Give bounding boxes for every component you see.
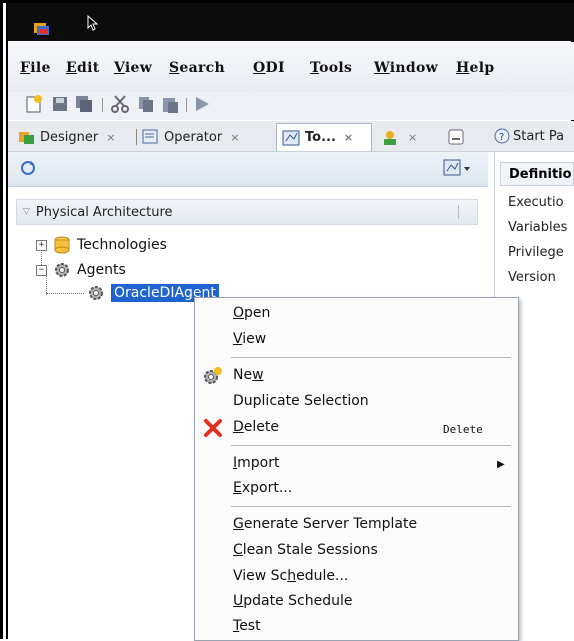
start-page-label: Start Pa bbox=[513, 128, 565, 144]
menu-file[interactable]: File bbox=[20, 60, 51, 76]
menu-bar: File Edit View Search ODI Tools Window H… bbox=[8, 42, 574, 92]
copy-icon[interactable] bbox=[136, 94, 156, 114]
close-icon[interactable]: × bbox=[106, 131, 115, 144]
menu-item-view[interactable]: View bbox=[233, 331, 266, 347]
save-all-icon[interactable] bbox=[74, 94, 94, 114]
close-icon[interactable]: × bbox=[230, 131, 239, 144]
menu-item-new[interactable]: New bbox=[233, 367, 264, 383]
minimize-icon bbox=[448, 129, 464, 145]
tree-line bbox=[46, 293, 84, 295]
menu-view[interactable]: View bbox=[114, 60, 152, 76]
tree-node-agents[interactable]: − Agents bbox=[36, 261, 126, 279]
tab-topology[interactable]: To... × bbox=[276, 123, 372, 151]
tree-node-technologies[interactable]: + Technologies bbox=[36, 236, 167, 254]
tab-designer[interactable]: Designer × bbox=[18, 125, 115, 149]
menu-item-generate-server-template[interactable]: Generate Server Template bbox=[233, 516, 417, 532]
context-menu: Open View New Duplicate Selection Delete… bbox=[194, 297, 519, 641]
tab-operator[interactable]: Operator × bbox=[142, 125, 239, 149]
toolbar-separator bbox=[102, 98, 103, 112]
submenu-arrow-icon: ▶ bbox=[497, 459, 505, 470]
new-gear-icon bbox=[204, 367, 222, 384]
collapse-arrow-icon: ▽ bbox=[23, 207, 30, 217]
title-bar bbox=[8, 3, 574, 41]
expand-icon[interactable]: + bbox=[36, 239, 47, 251]
run-icon[interactable] bbox=[192, 94, 212, 114]
menu-item-export[interactable]: Export... bbox=[233, 480, 292, 496]
operator-icon bbox=[142, 129, 158, 144]
help-icon: ? bbox=[494, 128, 510, 144]
tab-security[interactable]: × bbox=[380, 125, 417, 149]
designer-icon bbox=[19, 132, 34, 144]
tree-node-label: Agents bbox=[77, 262, 126, 278]
save-icon[interactable] bbox=[50, 94, 70, 114]
menu-odi[interactable]: ODI bbox=[253, 60, 285, 76]
main-toolbar bbox=[8, 92, 574, 120]
database-icon bbox=[54, 236, 70, 254]
tab-separator bbox=[136, 129, 137, 145]
minimize-panel-button[interactable] bbox=[448, 125, 464, 149]
toolbar-separator bbox=[186, 98, 187, 112]
tab-topology-label: To... bbox=[305, 130, 336, 145]
menu-separator bbox=[231, 445, 511, 446]
tree-node-label: Technologies bbox=[77, 237, 167, 253]
menu-window[interactable]: Window bbox=[374, 60, 438, 76]
property-variables: Variables bbox=[508, 220, 568, 235]
topology-icon bbox=[282, 130, 300, 145]
delete-x-icon bbox=[204, 419, 222, 437]
menu-edit[interactable]: Edit bbox=[66, 60, 99, 76]
properties-header: Definitio bbox=[500, 162, 574, 186]
menu-item-clean-stale-sessions[interactable]: Clean Stale Sessions bbox=[233, 542, 378, 558]
menu-item-import[interactable]: Import bbox=[233, 455, 279, 471]
tab-designer-label: Designer bbox=[40, 129, 99, 145]
app-icon bbox=[34, 23, 49, 35]
menu-separator bbox=[231, 357, 511, 358]
menu-item-duplicate-selection[interactable]: Duplicate Selection bbox=[233, 393, 369, 409]
menu-help[interactable]: Help bbox=[456, 60, 494, 76]
tab-operator-label: Operator bbox=[164, 129, 223, 145]
paste-icon[interactable] bbox=[160, 94, 180, 114]
navigator-tab-bar: Designer × Operator × To... × × bbox=[8, 121, 574, 152]
menu-search[interactable]: Search bbox=[169, 60, 225, 76]
menu-item-view-schedule[interactable]: View Schedule... bbox=[233, 568, 348, 584]
refresh-icon[interactable] bbox=[18, 159, 38, 177]
menu-item-test[interactable]: Test bbox=[233, 618, 261, 634]
menu-tools[interactable]: Tools bbox=[310, 60, 352, 76]
svg-text:?: ? bbox=[499, 132, 504, 143]
security-icon bbox=[384, 131, 396, 145]
property-execution: Executio bbox=[508, 195, 564, 210]
property-privileges: Privilege bbox=[508, 245, 564, 260]
physical-architecture-header[interactable]: ▽ Physical Architecture bbox=[16, 199, 478, 225]
section-title: Physical Architecture bbox=[35, 204, 173, 220]
menu-item-open[interactable]: Open bbox=[233, 305, 270, 321]
delete-shortcut: Delete bbox=[443, 423, 483, 436]
cut-icon[interactable] bbox=[110, 94, 130, 114]
agent-gear-icon bbox=[89, 286, 103, 300]
collapse-icon[interactable]: − bbox=[36, 264, 47, 276]
close-icon[interactable]: × bbox=[344, 131, 353, 144]
menu-item-delete[interactable]: Delete bbox=[233, 419, 279, 435]
new-icon[interactable] bbox=[24, 94, 44, 114]
section-divider bbox=[458, 205, 459, 219]
menu-separator bbox=[231, 506, 511, 507]
menu-item-update-schedule[interactable]: Update Schedule bbox=[233, 593, 353, 609]
navigator-toolbar bbox=[8, 152, 488, 187]
close-icon[interactable]: × bbox=[408, 131, 417, 144]
start-page-tab[interactable]: ? Start Pa bbox=[494, 121, 574, 151]
property-version: Version bbox=[508, 270, 556, 285]
topology-menu-icon[interactable] bbox=[442, 158, 474, 178]
agent-gear-icon bbox=[55, 263, 69, 277]
mouse-cursor-icon bbox=[87, 15, 99, 31]
